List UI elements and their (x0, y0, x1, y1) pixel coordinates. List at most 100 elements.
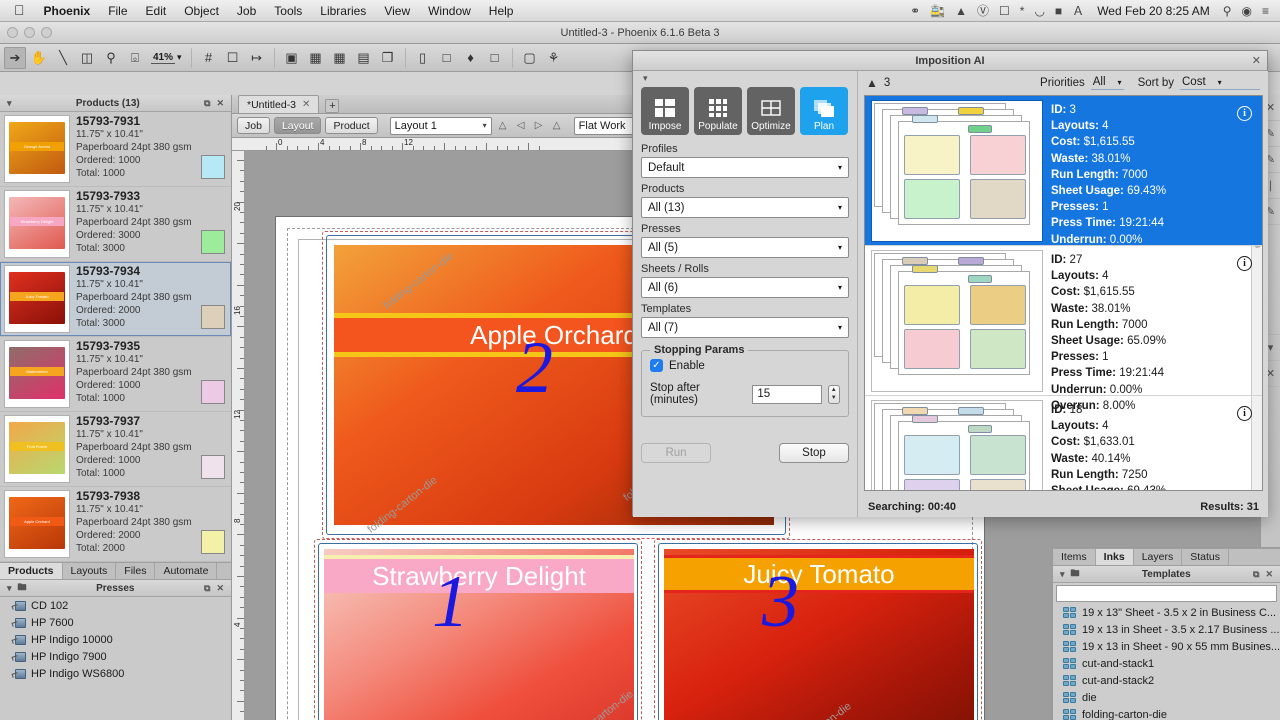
product-row[interactable]: Fruit Punch 15793-7937 11.75" x 10.41" Pape… (0, 412, 231, 487)
menu-item-object[interactable]: Object (175, 0, 228, 22)
product-color-swatch[interactable] (201, 155, 225, 179)
product-row[interactable]: Juicy Tomato 15793-7934 11.75" x 10.41" Pap… (0, 262, 231, 337)
left-tab-automate[interactable]: Automate (155, 563, 218, 579)
transform-icon[interactable]: ◫ (76, 47, 98, 69)
align-center-icon[interactable]: ♦ (460, 47, 482, 69)
distribute-icon[interactable]: ▢ (519, 47, 541, 69)
mode-optimize-button[interactable]: Optimize (747, 87, 795, 135)
apple-logo-icon[interactable]:  (6, 2, 35, 20)
presses-list[interactable]: CD 102 HP 7600 HP Indigo 10000 HP Indigo 79… (0, 597, 231, 720)
product-row[interactable]: Watermelon 15793-7935 11.75" x 10.41" Paper… (0, 337, 231, 412)
hand-icon[interactable]: ✋ (28, 47, 50, 69)
press-list-item[interactable]: HP Indigo WS6800 (0, 665, 231, 682)
press-list-item[interactable]: HP 7600 (0, 614, 231, 631)
sortby-select[interactable]: Cost ▾ (1180, 76, 1260, 90)
stop-after-stepper[interactable]: ▲ ▼ (827, 384, 840, 404)
stop-button[interactable]: Stop (779, 443, 849, 463)
template-list-item[interactable]: 19 x 13 in Sheet - 90 x 55 mm Busines... (1053, 638, 1280, 655)
menu-item-view[interactable]: View (375, 0, 419, 22)
priorities-select[interactable]: All ▾ (1090, 76, 1124, 90)
products-list[interactable]: Orange Aroma 15793-7931 11.75" x 10.41" Pap… (0, 112, 231, 562)
carton-strawberry-delight[interactable]: Strawberry Delight 1 folding-carton-die (294, 537, 654, 720)
arrange-icon[interactable]: ❐ (377, 47, 399, 69)
result-card[interactable]: ID: 18 Layouts: 4 Cost: $1,633.01 Waste: 40… (865, 396, 1262, 490)
snapshot-icon[interactable]: ☐ (222, 47, 244, 69)
zoom-level-control[interactable]: 41% ▾ (151, 52, 182, 64)
press-list-item[interactable]: HP Indigo 7900 (0, 648, 231, 665)
last-page-icon[interactable]: △ (550, 120, 564, 131)
align-right-icon[interactable]: □ (484, 47, 506, 69)
center-icon[interactable]: ▤ (353, 47, 375, 69)
float-panel-icon[interactable]: ⧉ (201, 583, 213, 594)
view-mode-product[interactable]: Product (325, 117, 378, 134)
left-tab-files[interactable]: Files (116, 563, 156, 579)
siri-icon[interactable]: ◉ (1237, 0, 1257, 22)
vertical-ruler[interactable]: 201612840 (232, 151, 245, 720)
left-tab-layouts[interactable]: Layouts (63, 563, 117, 579)
chevron-down-icon[interactable]: ▾ (177, 52, 182, 63)
nest-icon[interactable]: ▦ (329, 47, 351, 69)
dimension-icon[interactable]: ↦ (246, 47, 268, 69)
result-card[interactable]: ID: 3 Layouts: 4 Cost: $1,615.55 Waste: 38.… (865, 96, 1262, 262)
templates-select[interactable]: All (7) ▾ (641, 317, 849, 338)
presses-select[interactable]: All (5) ▾ (641, 237, 849, 258)
search-icon[interactable]: ⚲ (1218, 0, 1237, 22)
br-tab-status[interactable]: Status (1182, 549, 1229, 565)
template-list-item[interactable]: 19 x 13 in Sheet - 3.5 x 2.17 Business .… (1053, 621, 1280, 638)
page-setup-icon[interactable]: ▯ (412, 47, 434, 69)
triangle-down-icon[interactable]: ▾ (643, 73, 849, 84)
float-panel-icon[interactable]: ⧉ (201, 98, 213, 109)
products-select[interactable]: All (13) ▾ (641, 197, 849, 218)
press-list-item[interactable]: HP Indigo 10000 (0, 631, 231, 648)
stop-after-input[interactable]: 15 (752, 384, 822, 404)
run-button[interactable]: Run (641, 443, 711, 463)
result-card[interactable]: ID: 27 Layouts: 4 Cost: $1,615.55 Waste: 38… (865, 246, 1262, 412)
align-left-icon[interactable]: □ (436, 47, 458, 69)
br-tab-items[interactable]: Items (1053, 549, 1096, 565)
folder-icon[interactable]: 🖿 (15, 580, 30, 596)
input-source-icon[interactable]: Ａ (1067, 0, 1089, 22)
stepper-up-icon[interactable]: ▲ (829, 386, 840, 395)
product-row[interactable]: Apple Orchard 15793-7938 11.75" x 10.41" Pa… (0, 487, 231, 562)
templates-list[interactable]: 19 x 13" Sheet - 3.5 x 2 in Business C..… (1053, 604, 1280, 720)
wifi-icon[interactable]: ◡ (1029, 0, 1049, 22)
carton-juicy-tomato[interactable]: Juicy Tomato 3 folding-carton-die (634, 537, 994, 720)
skype-icon[interactable]: Ⓥ (972, 0, 994, 22)
step-repeat-icon[interactable]: ▦ (305, 47, 327, 69)
template-list-item[interactable]: cut-and-stack2 (1053, 672, 1280, 689)
templates-search-input[interactable] (1056, 585, 1277, 602)
view-mode-job[interactable]: Job (237, 117, 270, 134)
product-color-swatch[interactable] (201, 530, 225, 554)
mode-plan-button[interactable]: Plan (800, 87, 848, 135)
warning-triangle-icon[interactable]: ▲ (866, 76, 878, 90)
mode-populate-button[interactable]: Populate (694, 87, 742, 135)
product-row[interactable]: Strawberry Delight 15793-7933 11.75" x 10.… (0, 187, 231, 262)
enable-checkbox[interactable]: ✓ (650, 359, 663, 372)
info-icon[interactable]: i (1237, 406, 1252, 421)
next-page-icon[interactable]: ▷ (532, 120, 546, 131)
bottom-right-tabs[interactable]: Items Inks Layers Status (1053, 548, 1280, 566)
enable-stopping-row[interactable]: ✓ Enable (650, 359, 840, 372)
product-color-swatch[interactable] (201, 230, 225, 254)
br-tab-layers[interactable]: Layers (1134, 549, 1183, 565)
notification-center-icon[interactable]: ≡ (1257, 0, 1274, 22)
br-tab-inks[interactable]: Inks (1095, 549, 1134, 565)
float-panel-icon[interactable]: ⧉ (1250, 569, 1262, 580)
product-row[interactable]: Orange Aroma 15793-7931 11.75" x 10.41" Pap… (0, 112, 231, 187)
artboard-icon[interactable]: ▣ (281, 47, 303, 69)
first-page-icon[interactable]: △ (496, 120, 510, 131)
bluetooth-icon[interactable]: * (1015, 0, 1030, 22)
previous-page-icon[interactable]: ◁ (514, 120, 528, 131)
info-icon[interactable]: i (1237, 256, 1252, 271)
profiles-select[interactable]: Default ▾ (641, 157, 849, 178)
sheets-rolls-select[interactable]: All (6) ▾ (641, 277, 849, 298)
menu-item-tools[interactable]: Tools (265, 0, 311, 22)
triangle-down-icon[interactable]: ▾ (4, 98, 15, 109)
menu-item-help[interactable]: Help (480, 0, 523, 22)
close-icon[interactable]: ✕ (302, 99, 310, 110)
stepper-down-icon[interactable]: ▼ (829, 394, 840, 403)
folder-icon[interactable]: 🖿 (1068, 566, 1083, 582)
dropbox-icon[interactable]: ▲ (950, 0, 972, 22)
press-list-item[interactable]: CD 102 (0, 597, 231, 614)
menu-item-window[interactable]: Window (419, 0, 480, 22)
